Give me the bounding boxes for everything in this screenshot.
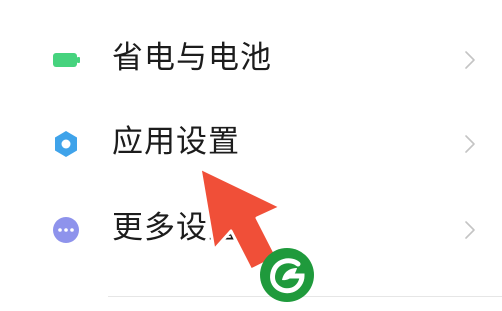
chevron-right-icon: [462, 218, 478, 242]
settings-item-app-settings[interactable]: 应用设置: [0, 102, 502, 186]
chevron-right-icon: [462, 48, 478, 72]
leaf-g-logo-icon: [258, 246, 316, 304]
settings-item-label: 省电与电池: [112, 40, 272, 76]
settings-item-label: 应用设置: [112, 124, 240, 160]
more-dots-icon: [50, 214, 82, 246]
chevron-right-icon: [462, 132, 478, 156]
battery-icon: [50, 44, 82, 76]
settings-item-battery[interactable]: 省电与电池: [0, 18, 502, 102]
gear-icon: [50, 128, 82, 160]
settings-item-label: 更多设置: [112, 210, 240, 246]
settings-list: 省电与电池 应用设置 更多设置: [0, 0, 502, 311]
settings-item-more-settings[interactable]: 更多设置: [0, 188, 502, 272]
